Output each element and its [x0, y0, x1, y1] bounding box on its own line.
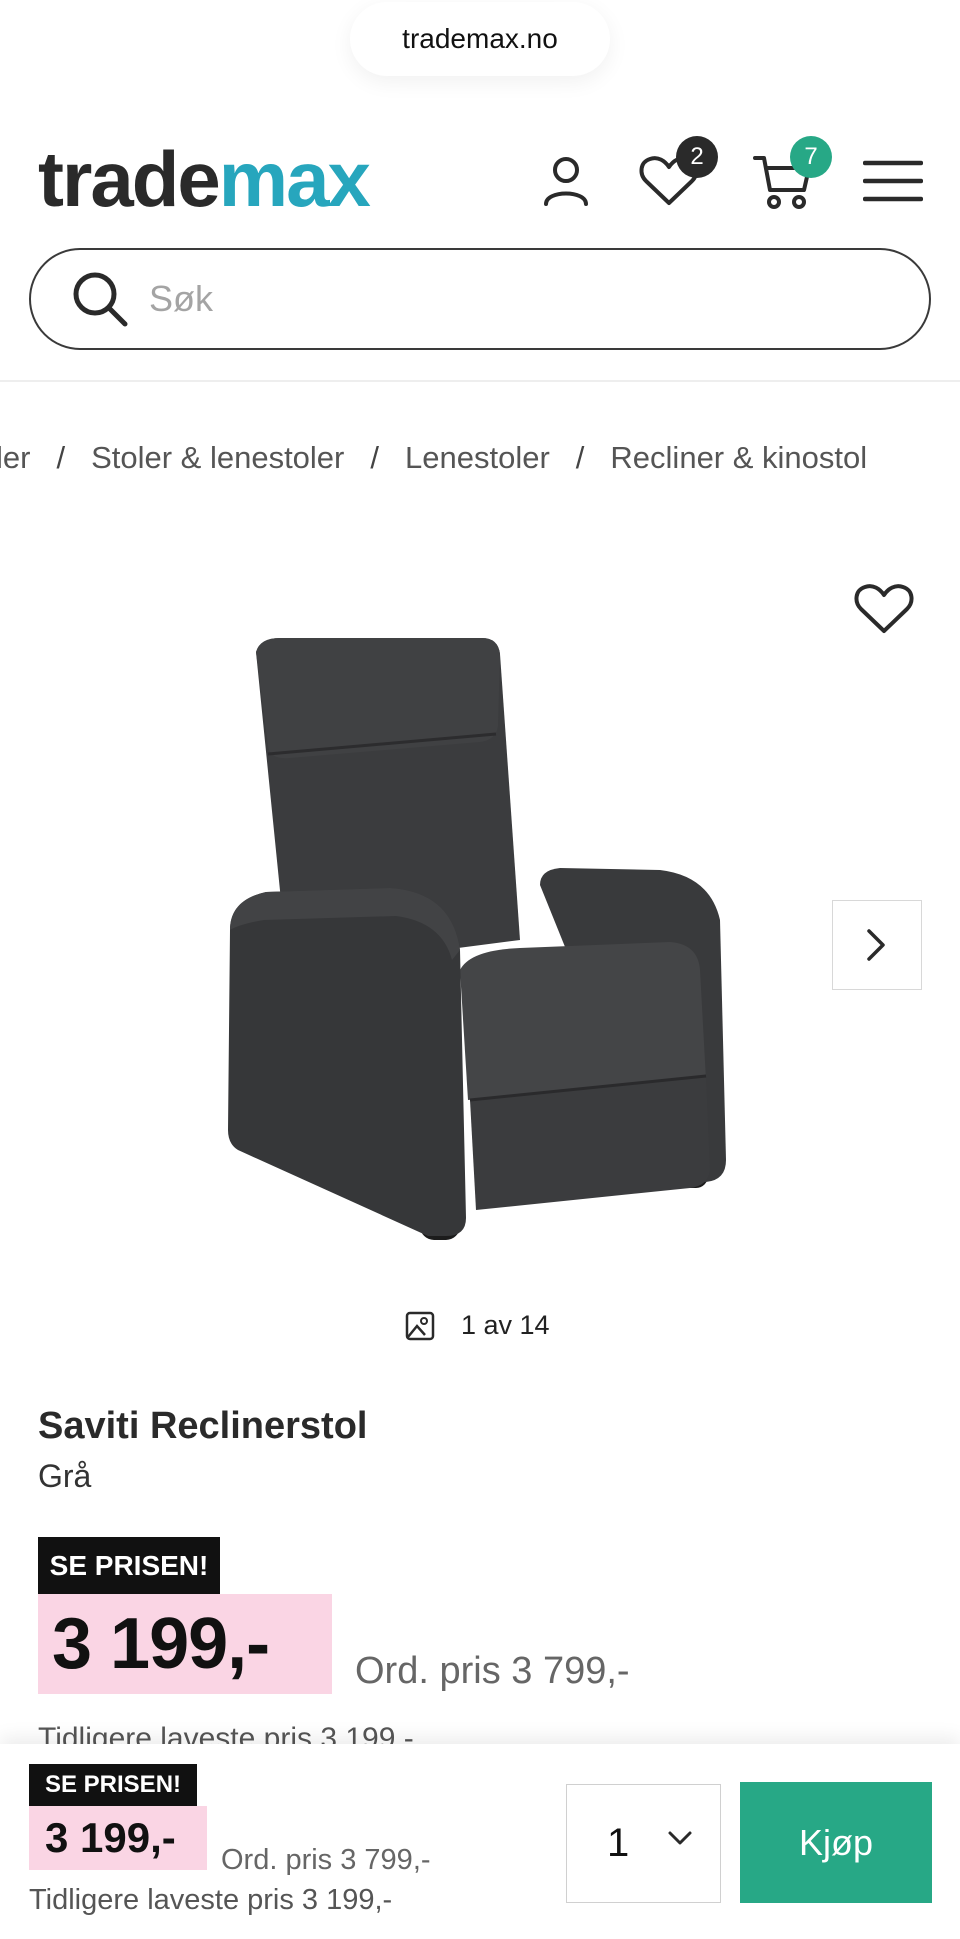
breadcrumb-item[interactable]: ler	[0, 440, 30, 475]
image-counter: 1 av 14	[405, 1310, 550, 1341]
cart-button[interactable]: 7	[748, 136, 832, 216]
chevron-right-icon	[867, 929, 885, 961]
product-price: 3 199,-	[38, 1594, 332, 1694]
search-input[interactable]	[149, 278, 849, 320]
chevron-down-icon	[668, 1831, 692, 1845]
sticky-ordinary-price: Ord. pris 3 799,-	[221, 1844, 431, 1876]
ordinary-price: Ord. pris 3 799,-	[355, 1650, 630, 1692]
header-divider	[0, 380, 960, 382]
image-counter-text: 1 av 14	[461, 1310, 550, 1340]
sticky-promo-tag: SE PRISEN!	[29, 1764, 197, 1806]
heart-icon	[854, 584, 914, 633]
search-bar[interactable]	[29, 248, 931, 350]
quantity-select[interactable]: 1	[566, 1784, 721, 1903]
sticky-lowest-price: Tidligere laveste pris 3 199,-	[29, 1884, 393, 1916]
site-header: trademax 2 7	[0, 120, 960, 230]
add-to-wishlist-button[interactable]	[850, 575, 918, 643]
sticky-price: 3 199,-	[29, 1806, 207, 1870]
product-variant: Grå	[38, 1458, 92, 1494]
logo-max: max	[218, 135, 371, 223]
account-button[interactable]	[531, 146, 601, 216]
breadcrumb-item[interactable]: Lenestoler	[405, 440, 550, 475]
wishlist-count-badge: 2	[676, 136, 718, 178]
hamburger-menu-icon	[863, 160, 923, 202]
gallery-next-button[interactable]	[832, 900, 922, 990]
buy-button[interactable]: Kjøp	[740, 1782, 932, 1903]
quantity-value: 1	[607, 1821, 630, 1865]
search-icon	[65, 264, 135, 334]
menu-button[interactable]	[858, 146, 928, 216]
breadcrumb-item-current[interactable]: Recliner & kinostol	[610, 440, 867, 475]
image-icon	[405, 1311, 435, 1340]
url-bar[interactable]: trademax.no	[350, 2, 610, 76]
promo-tag: SE PRISEN!	[38, 1537, 220, 1595]
product-title: Saviti Reclinerstol	[38, 1405, 368, 1447]
cart-count-badge: 7	[790, 136, 832, 178]
product-image[interactable]	[220, 630, 740, 1250]
logo-trade: trade	[38, 135, 221, 223]
trademax-logo[interactable]: trademax	[38, 140, 371, 218]
sticky-buy-bar: SE PRISEN! 3 199,- Ord. pris 3 799,- Tid…	[0, 1744, 960, 1939]
wishlist-button[interactable]: 2	[634, 136, 718, 216]
breadcrumb: ler/Stoler & lenestoler/Lenestoler/Recli…	[0, 440, 867, 476]
user-icon	[544, 157, 588, 206]
breadcrumb-item[interactable]: Stoler & lenestoler	[91, 440, 344, 475]
